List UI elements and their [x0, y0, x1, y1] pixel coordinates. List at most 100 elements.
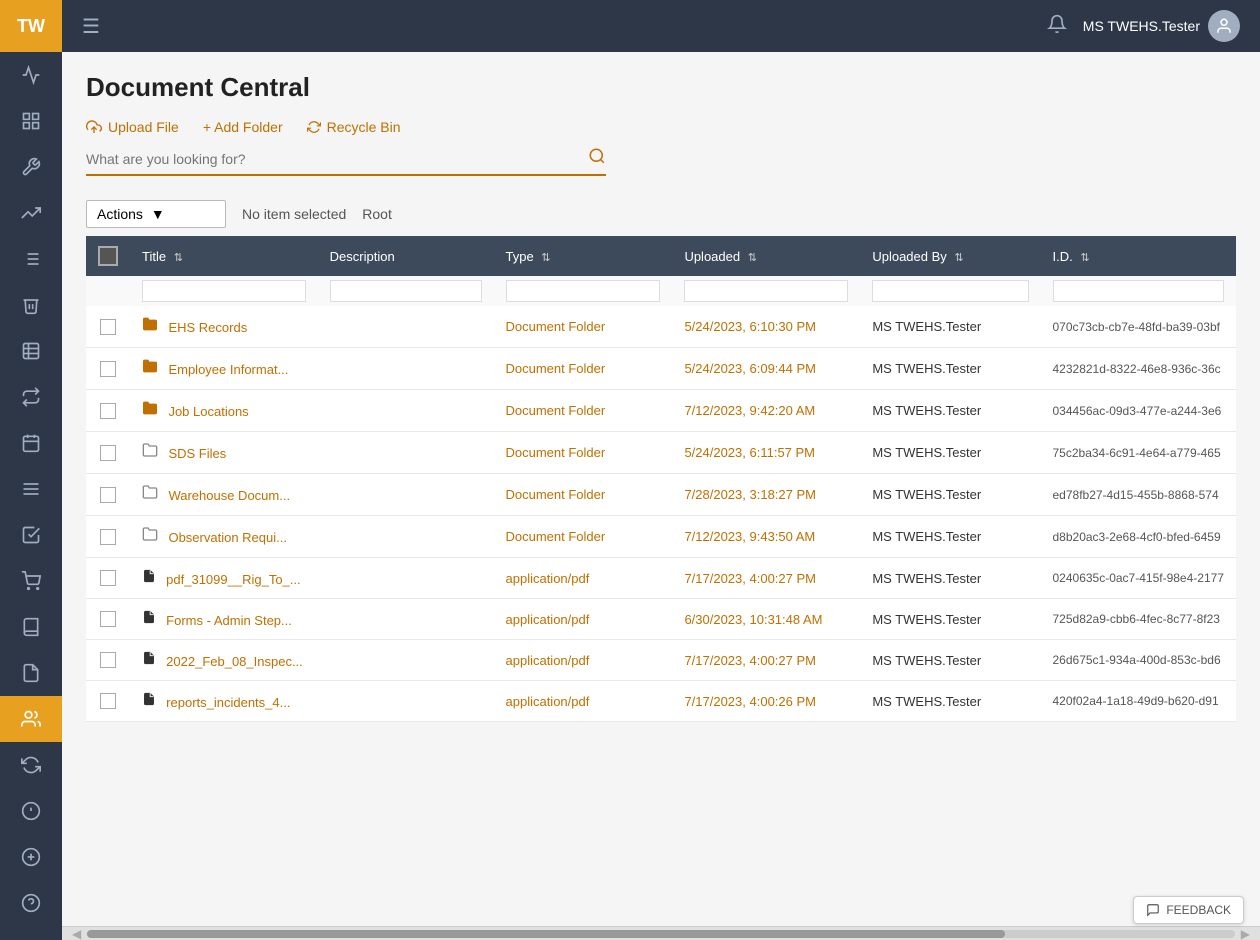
- sidebar-item-tasks[interactable]: [0, 236, 62, 282]
- sidebar-item-document[interactable]: [0, 650, 62, 696]
- row-checkbox[interactable]: [100, 403, 116, 419]
- sidebar-item-reports[interactable]: [0, 328, 62, 374]
- row-checkbox[interactable]: [100, 487, 116, 503]
- sidebar-item-delete[interactable]: [0, 282, 62, 328]
- upload-date: 6/30/2023, 10:31:48 AM: [672, 599, 860, 640]
- row-checkbox[interactable]: [100, 611, 116, 627]
- search-input[interactable]: [86, 151, 588, 167]
- uploaded-by: MS TWEHS.Tester: [860, 306, 1040, 348]
- file-title[interactable]: EHS Records: [168, 320, 247, 335]
- feedback-button[interactable]: FEEDBACK: [1133, 896, 1244, 924]
- filter-uploaded[interactable]: [684, 280, 848, 302]
- file-icon: [142, 694, 160, 711]
- filter-title[interactable]: [142, 280, 306, 302]
- uploaded-by: MS TWEHS.Tester: [860, 390, 1040, 432]
- sidebar-item-library[interactable]: [0, 604, 62, 650]
- file-type[interactable]: Document Folder: [506, 403, 606, 418]
- sidebar-item-shop[interactable]: [0, 558, 62, 604]
- sidebar-item-recycle[interactable]: [0, 742, 62, 788]
- recycle-bin-button[interactable]: Recycle Bin: [307, 119, 401, 135]
- upload-date: 7/12/2023, 9:43:50 AM: [672, 516, 860, 558]
- col-uploaded-by[interactable]: Uploaded By ⇅: [860, 236, 1040, 276]
- scrollbar-track[interactable]: [87, 930, 1235, 938]
- scroll-left-arrow[interactable]: ◀: [66, 925, 87, 940]
- row-checkbox[interactable]: [100, 319, 116, 335]
- sidebar-item-settings[interactable]: [0, 144, 62, 190]
- sidebar-item-lock-grid[interactable]: [0, 98, 62, 144]
- sidebar-item-tools[interactable]: [0, 190, 62, 236]
- folder-icon: [142, 403, 162, 420]
- file-type[interactable]: application/pdf: [506, 653, 590, 668]
- bell-icon[interactable]: [1047, 14, 1067, 39]
- file-type[interactable]: Document Folder: [506, 487, 606, 502]
- file-title[interactable]: Warehouse Docum...: [168, 488, 290, 503]
- row-checkbox[interactable]: [100, 529, 116, 545]
- sidebar-item-list[interactable]: [0, 466, 62, 512]
- uploaded-by: MS TWEHS.Tester: [860, 516, 1040, 558]
- file-icon: [142, 571, 160, 588]
- topbar-left: ☰: [82, 14, 100, 39]
- file-title[interactable]: reports_incidents_4...: [166, 695, 290, 710]
- col-id[interactable]: I.D. ⇅: [1041, 236, 1237, 276]
- file-type[interactable]: Document Folder: [506, 319, 606, 334]
- bottom-scrollbar[interactable]: ◀ ▶: [62, 926, 1260, 940]
- filter-row: [86, 276, 1236, 306]
- row-checkbox[interactable]: [100, 445, 116, 461]
- file-type[interactable]: Document Folder: [506, 445, 606, 460]
- documents-table: Title ⇅ Description Type ⇅ Uploaded ⇅ Up…: [86, 236, 1236, 722]
- sidebar-item-help[interactable]: [0, 880, 62, 926]
- table-header-row: Title ⇅ Description Type ⇅ Uploaded ⇅ Up…: [86, 236, 1236, 276]
- app-logo[interactable]: TW: [0, 0, 62, 52]
- toolbar: Upload File + Add Folder Recycle Bin: [86, 119, 1236, 135]
- sidebar-item-add[interactable]: [0, 834, 62, 880]
- folder-icon: [142, 361, 162, 378]
- upload-file-button[interactable]: Upload File: [86, 119, 179, 135]
- search-icon[interactable]: [588, 147, 606, 170]
- file-title[interactable]: Observation Requi...: [168, 530, 287, 545]
- file-type[interactable]: Document Folder: [506, 529, 606, 544]
- col-type[interactable]: Type ⇅: [494, 236, 673, 276]
- scroll-right-arrow[interactable]: ▶: [1235, 925, 1256, 940]
- sidebar-item-users[interactable]: [0, 696, 62, 742]
- col-description[interactable]: Description: [318, 236, 494, 276]
- row-checkbox[interactable]: [100, 693, 116, 709]
- menu-icon[interactable]: ☰: [82, 14, 100, 39]
- file-id: 75c2ba34-6c91-4e64-a779-465: [1041, 432, 1237, 474]
- main-content: Document Central Upload File + Add Folde…: [62, 52, 1260, 940]
- file-type[interactable]: application/pdf: [506, 694, 590, 709]
- actions-label: Actions: [97, 206, 143, 222]
- file-id: 0240635c-0ac7-415f-98e4-2177: [1041, 558, 1237, 599]
- actions-dropdown[interactable]: Actions ▼: [86, 200, 226, 228]
- file-title[interactable]: Employee Informat...: [168, 362, 288, 377]
- add-folder-button[interactable]: + Add Folder: [203, 119, 283, 135]
- file-title[interactable]: SDS Files: [168, 446, 226, 461]
- row-checkbox[interactable]: [100, 361, 116, 377]
- sidebar-item-transfer[interactable]: [0, 374, 62, 420]
- folder-icon: [142, 319, 162, 336]
- filter-id[interactable]: [1053, 280, 1225, 302]
- sidebar-item-ideas[interactable]: [0, 788, 62, 834]
- file-type[interactable]: Document Folder: [506, 361, 606, 376]
- sidebar-item-checklist[interactable]: [0, 512, 62, 558]
- table-body: EHS RecordsDocument Folder5/24/2023, 6:1…: [86, 306, 1236, 722]
- filter-type[interactable]: [506, 280, 661, 302]
- col-checkbox[interactable]: [86, 236, 130, 276]
- sidebar-item-calendar[interactable]: [0, 420, 62, 466]
- user-menu[interactable]: MS TWEHS.Tester: [1083, 10, 1240, 42]
- table-row: SDS FilesDocument Folder5/24/2023, 6:11:…: [86, 432, 1236, 474]
- sidebar-item-analytics[interactable]: [0, 52, 62, 98]
- col-title[interactable]: Title ⇅: [130, 236, 318, 276]
- uploaded-by: MS TWEHS.Tester: [860, 474, 1040, 516]
- file-title[interactable]: Job Locations: [168, 404, 248, 419]
- add-folder-label: + Add Folder: [203, 119, 283, 135]
- file-title[interactable]: 2022_Feb_08_Inspec...: [166, 654, 303, 669]
- filter-description[interactable]: [330, 280, 482, 302]
- file-title[interactable]: pdf_31099__Rig_To_...: [166, 572, 300, 587]
- col-uploaded[interactable]: Uploaded ⇅: [672, 236, 860, 276]
- file-type[interactable]: application/pdf: [506, 571, 590, 586]
- filter-uploaded-by[interactable]: [872, 280, 1028, 302]
- file-title[interactable]: Forms - Admin Step...: [166, 613, 292, 628]
- row-checkbox[interactable]: [100, 570, 116, 586]
- file-type[interactable]: application/pdf: [506, 612, 590, 627]
- row-checkbox[interactable]: [100, 652, 116, 668]
